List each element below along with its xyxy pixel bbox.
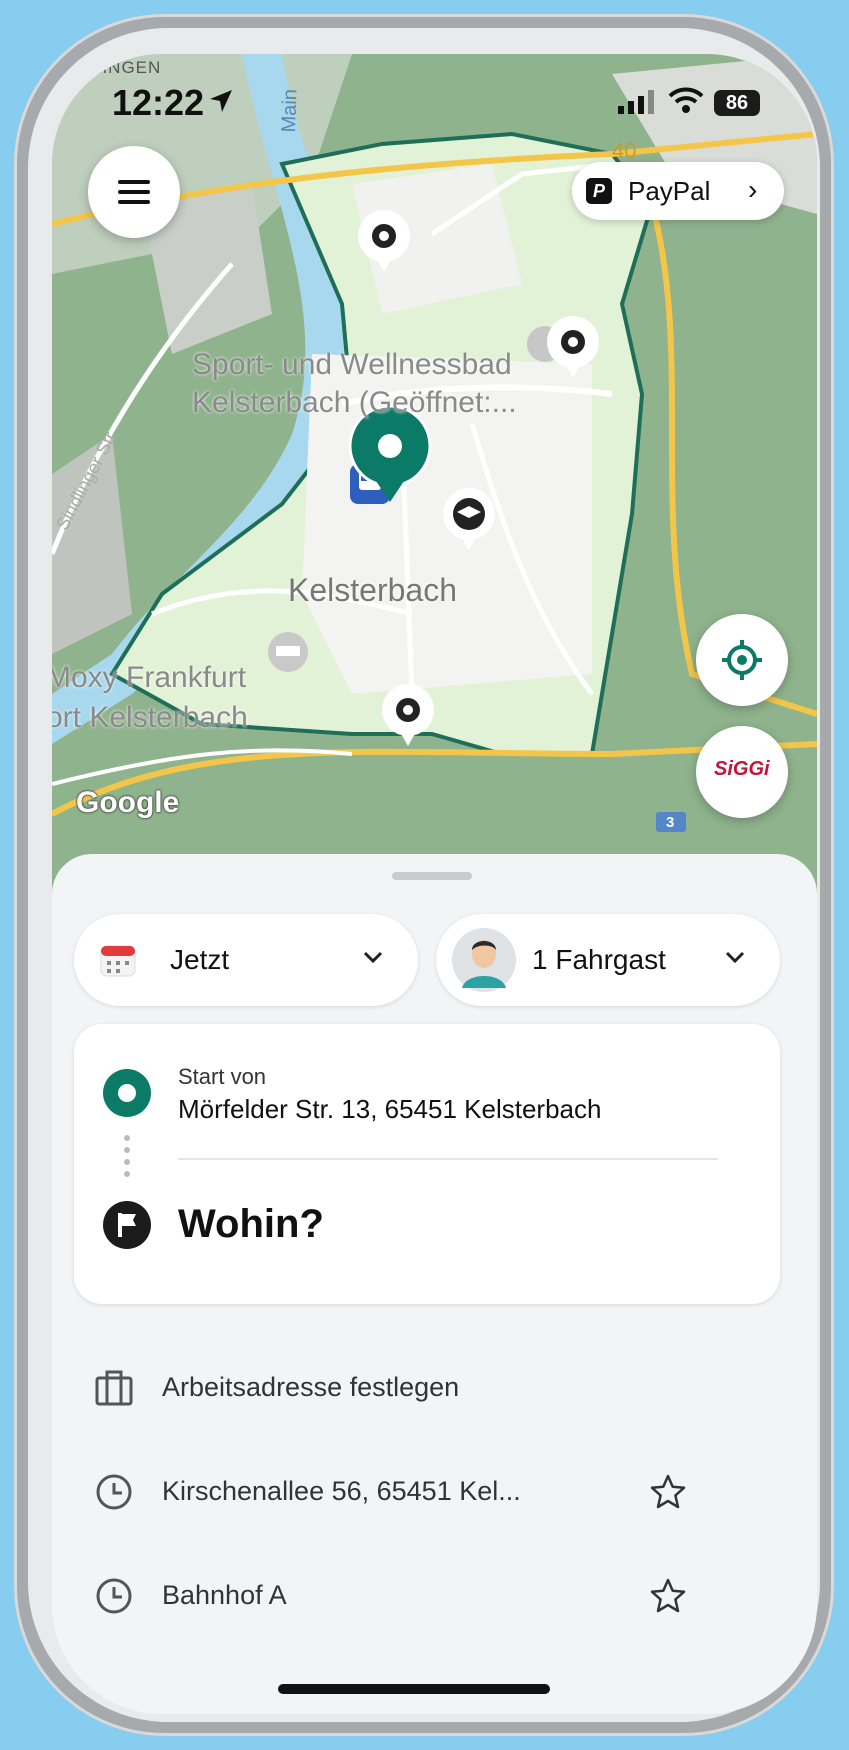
siggi-button[interactable]: SiGGi bbox=[696, 726, 788, 818]
start-address[interactable]: Mörfelder Str. 13, 65451 Kelsterbach bbox=[178, 1094, 601, 1125]
status-time: 12:22 bbox=[112, 82, 205, 123]
passenger-selector[interactable]: 1 Fahrgast bbox=[436, 914, 780, 1006]
chevron-down-icon bbox=[363, 951, 383, 964]
time-selector-label: Jetzt bbox=[170, 944, 230, 975]
wifi-icon bbox=[668, 87, 704, 113]
poi-label-line1: Sport- und Wellnessbad bbox=[192, 348, 512, 381]
clock-icon bbox=[96, 1474, 132, 1510]
booking-sheet: Jetzt 1 Fahrgast Start von Mörfelder Str… bbox=[52, 854, 817, 1714]
home-indicator[interactable] bbox=[278, 1684, 550, 1694]
destination-input[interactable]: Wohin? bbox=[178, 1202, 324, 1247]
hamburger-icon bbox=[118, 180, 150, 184]
destination-flag-icon bbox=[103, 1201, 151, 1249]
hotel-icon bbox=[268, 632, 308, 672]
map-road-number: 3 bbox=[666, 814, 675, 831]
crosshair-icon bbox=[722, 640, 762, 680]
passenger-avatar-icon bbox=[452, 928, 516, 992]
paypal-button[interactable]: P PayPal › bbox=[572, 162, 784, 220]
status-location-label: LINGEN bbox=[92, 58, 162, 77]
map-hotel-label: Moxy Frankfurt ort Kelsterbach bbox=[52, 658, 248, 738]
battery-indicator: 86 bbox=[714, 90, 760, 116]
sheet-drag-handle[interactable] bbox=[392, 872, 472, 880]
suggestion-label: Kirschenallee 56, 65451 Kel... bbox=[162, 1476, 521, 1506]
locate-me-button[interactable] bbox=[696, 614, 788, 706]
suggestion-label: Bahnhof A bbox=[162, 1580, 287, 1610]
map-poi-label: Sport- und Wellnessbad Kelsterbach (Geöf… bbox=[192, 346, 517, 422]
start-label: Start von bbox=[178, 1064, 267, 1089]
passenger-selector-label: 1 Fahrgast bbox=[532, 944, 666, 975]
clock-icon bbox=[96, 1578, 132, 1614]
start-point-icon bbox=[103, 1069, 151, 1117]
map-town-label: Kelsterbach bbox=[288, 572, 457, 608]
paypal-logo-icon: P bbox=[586, 178, 612, 204]
status-bar: LINGEN 12:22 86 bbox=[52, 54, 817, 134]
poi-label-line2: Kelsterbach (Geöffnet:... bbox=[192, 386, 517, 419]
route-card: Start von Mörfelder Str. 13, 65451 Kelst… bbox=[74, 1024, 780, 1304]
app-screen: Sport- und Wellnessbad Kelsterbach (Geöf… bbox=[52, 54, 817, 1714]
route-divider bbox=[178, 1158, 718, 1160]
route-dots-icon bbox=[124, 1135, 130, 1177]
briefcase-icon bbox=[95, 1370, 133, 1406]
hotel-label-line2: ort Kelsterbach bbox=[52, 701, 248, 734]
suggestion-row-recent[interactable]: Bahnhof A bbox=[52, 1550, 817, 1640]
paypal-label: PayPal bbox=[628, 176, 711, 206]
siggi-logo: SiGGi bbox=[714, 758, 770, 780]
google-attribution[interactable]: Google bbox=[76, 786, 179, 820]
hotel-label-line1: Moxy Frankfurt bbox=[52, 661, 247, 694]
suggestion-label: Arbeitsadresse festlegen bbox=[162, 1372, 460, 1402]
star-outline-icon[interactable] bbox=[648, 1576, 688, 1616]
star-outline-icon[interactable] bbox=[648, 1472, 688, 1512]
menu-button[interactable] bbox=[88, 146, 180, 238]
calendar-icon bbox=[100, 945, 136, 977]
suggestion-row-work-address[interactable]: Arbeitsadresse festlegen bbox=[52, 1342, 817, 1432]
suggestion-row-recent[interactable]: Kirschenallee 56, 65451 Kel... bbox=[52, 1446, 817, 1536]
location-arrow-icon bbox=[210, 90, 232, 112]
chevron-right-icon: › bbox=[748, 174, 758, 205]
cellular-signal-icon bbox=[618, 90, 654, 114]
hamburger-icon bbox=[118, 190, 150, 194]
map-road-number: 40 bbox=[612, 138, 637, 163]
time-selector[interactable]: Jetzt bbox=[74, 914, 418, 1006]
chevron-down-icon bbox=[725, 951, 745, 964]
hamburger-icon bbox=[118, 200, 150, 204]
